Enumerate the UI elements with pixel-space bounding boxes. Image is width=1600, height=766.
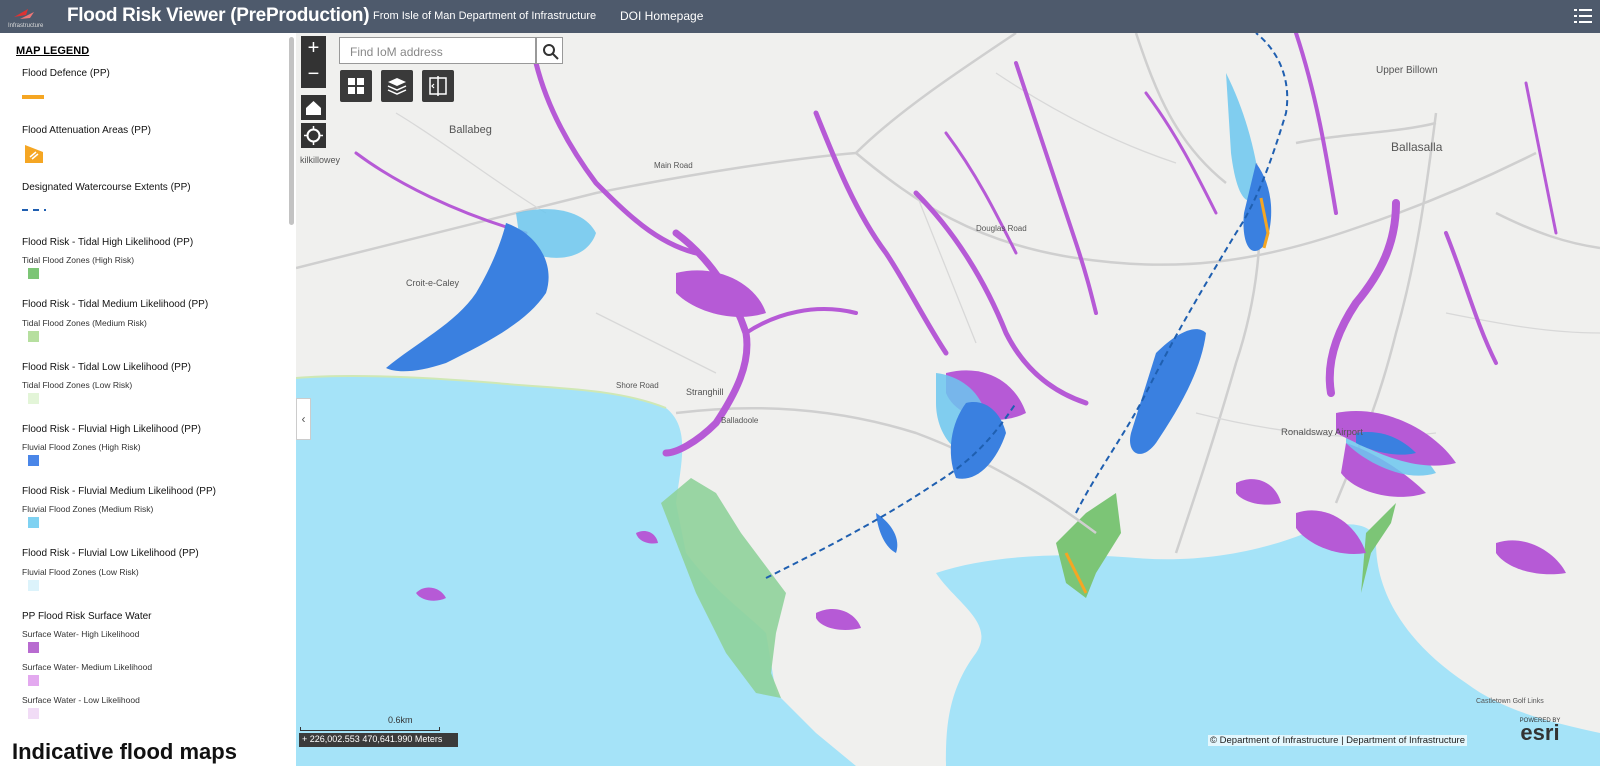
indicative-flood-maps-heading: Indicative flood maps bbox=[12, 739, 237, 764]
home-button[interactable] bbox=[301, 95, 326, 120]
collapse-panel-button[interactable]: ‹ bbox=[296, 398, 311, 440]
watercourse-lines bbox=[765, 33, 1289, 579]
legend-sub-surface-low: Surface Water - Low Likelihood bbox=[22, 695, 140, 705]
sea-area-east bbox=[936, 524, 1600, 766]
address-search-input[interactable]: Find IoM address bbox=[339, 37, 536, 64]
app-title: Flood Risk Viewer (PreProduction) bbox=[67, 5, 370, 26]
department-logo[interactable]: Infrastructure bbox=[6, 3, 62, 30]
label-croit-e-caley: Croit-e-Caley bbox=[406, 278, 460, 288]
watercourse-symbol bbox=[22, 209, 46, 211]
legend-sub-surface-medium: Surface Water- Medium Likelihood bbox=[22, 662, 153, 672]
scale-line bbox=[300, 727, 440, 731]
legend-title: MAP LEGEND bbox=[16, 45, 90, 57]
legend-layer-fluvial-low: Flood Risk - Fluvial Low Likelihood (PP) bbox=[22, 548, 199, 559]
legend-sub-tidal-low: Tidal Flood Zones (Low Risk) bbox=[22, 380, 133, 390]
label-douglas-road: Douglas Road bbox=[976, 224, 1027, 233]
label-castletown-golf-links: Castletown Golf Links bbox=[1476, 698, 1544, 705]
zoom-out-button[interactable]: − bbox=[301, 62, 326, 88]
legend-panel: MAP LEGEND Flood Defence (PP) Flood Atte… bbox=[0, 33, 296, 766]
coordinate-value: 226,002.553 470,641.990 Meters bbox=[309, 734, 443, 744]
basemap-gallery-button[interactable] bbox=[340, 70, 372, 102]
legend-sub-fluvial-high: Fluvial Flood Zones (High Risk) bbox=[22, 442, 141, 452]
sea-area bbox=[296, 375, 856, 766]
label-ballasalla: Ballasalla bbox=[1391, 140, 1443, 154]
locate-button[interactable] bbox=[301, 123, 326, 148]
swatch-surface-high bbox=[28, 642, 39, 653]
legend-layer-attenuation: Flood Attenuation Areas (PP) bbox=[22, 125, 151, 136]
legend-layer-watercourse: Designated Watercourse Extents (PP) bbox=[22, 182, 191, 193]
label-stranghill: Stranghill bbox=[686, 387, 724, 397]
swatch-tidal-high bbox=[28, 268, 39, 279]
home-icon bbox=[306, 101, 321, 115]
legend-layer-flood-defence: Flood Defence (PP) bbox=[22, 68, 110, 79]
map-canvas[interactable]: Upper Billown Ballabeg Ballasalla Croit-… bbox=[296, 33, 1600, 766]
legend-sub-tidal-high: Tidal Flood Zones (High Risk) bbox=[22, 255, 135, 265]
legend-sub-fluvial-medium: Fluvial Flood Zones (Medium Risk) bbox=[22, 504, 154, 514]
legend-sub-tidal-medium: Tidal Flood Zones (Medium Risk) bbox=[22, 318, 147, 328]
search-icon bbox=[543, 44, 559, 60]
chevron-left-icon: ‹ bbox=[301, 412, 306, 426]
label-balladoole: Balladoole bbox=[721, 416, 759, 425]
legend-layer-surface-water: PP Flood Risk Surface Water bbox=[22, 611, 152, 622]
legend-layer-tidal-low: Flood Risk - Tidal Low Likelihood (PP) bbox=[22, 362, 191, 373]
legend-scrollbar[interactable] bbox=[289, 37, 294, 225]
label-main-road: Main Road bbox=[654, 161, 693, 170]
swatch-fluvial-medium bbox=[28, 517, 39, 528]
label-ronaldsway-airport: Ronaldsway Airport bbox=[1281, 427, 1363, 438]
legend-layer-fluvial-medium: Flood Risk - Fluvial Medium Likelihood (… bbox=[22, 486, 216, 497]
flood-defence-symbol bbox=[22, 95, 44, 99]
layers-icon bbox=[387, 78, 407, 95]
menu-icon[interactable] bbox=[1572, 5, 1594, 27]
label-kilkillowey: kilkillowey bbox=[300, 155, 341, 165]
logo-text: Infrastructure bbox=[8, 23, 44, 29]
app-header: Infrastructure Flood Risk Viewer (PrePro… bbox=[0, 0, 1600, 33]
swatch-tidal-medium bbox=[28, 331, 39, 342]
legend-sub-surface-high: Surface Water- High Likelihood bbox=[22, 629, 140, 639]
layer-list-button[interactable] bbox=[381, 70, 413, 102]
label-upper-billown: Upper Billown bbox=[1376, 65, 1438, 76]
esri-wordmark: esri bbox=[1520, 720, 1560, 745]
legend-layer-tidal-medium: Flood Risk - Tidal Medium Likelihood (PP… bbox=[22, 299, 209, 310]
coordinate-plus-icon: + bbox=[302, 734, 310, 744]
label-shore-road: Shore Road bbox=[616, 381, 659, 390]
attribution-text: © Department of Infrastructure | Departm… bbox=[1208, 735, 1467, 746]
attenuation-area-icon bbox=[25, 145, 43, 163]
map-view[interactable]: Upper Billown Ballabeg Ballasalla Croit-… bbox=[296, 33, 1600, 766]
swatch-surface-low bbox=[28, 708, 39, 719]
label-ballabeg: Ballabeg bbox=[449, 124, 492, 136]
doi-homepage-link[interactable]: DOI Homepage bbox=[620, 9, 703, 23]
coordinate-readout: + 226,002.553 470,641.990 Meters bbox=[299, 733, 458, 747]
zoom-in-button[interactable]: + bbox=[301, 36, 326, 62]
swipe-compare-button[interactable] bbox=[422, 70, 454, 102]
swipe-icon bbox=[429, 76, 447, 96]
locate-icon bbox=[304, 126, 323, 145]
legend-sub-fluvial-low: Fluvial Flood Zones (Low Risk) bbox=[22, 567, 139, 577]
swatch-fluvial-high bbox=[28, 455, 39, 466]
source-link[interactable]: From Isle of Man Department of Infrastru… bbox=[373, 10, 596, 22]
legend-layer-tidal-high: Flood Risk - Tidal High Likelihood (PP) bbox=[22, 237, 194, 248]
zoom-control: + − bbox=[301, 36, 326, 88]
swatch-tidal-low bbox=[28, 393, 39, 404]
swatch-surface-medium bbox=[28, 675, 39, 686]
esri-logo: POWERED BY esri bbox=[1515, 718, 1565, 748]
swatch-fluvial-low bbox=[28, 580, 39, 591]
legend-layer-fluvial-high: Flood Risk - Fluvial High Likelihood (PP… bbox=[22, 424, 201, 435]
search-button[interactable] bbox=[536, 37, 563, 64]
grid-icon bbox=[348, 78, 364, 94]
scale-label: 0.6km bbox=[388, 715, 413, 725]
